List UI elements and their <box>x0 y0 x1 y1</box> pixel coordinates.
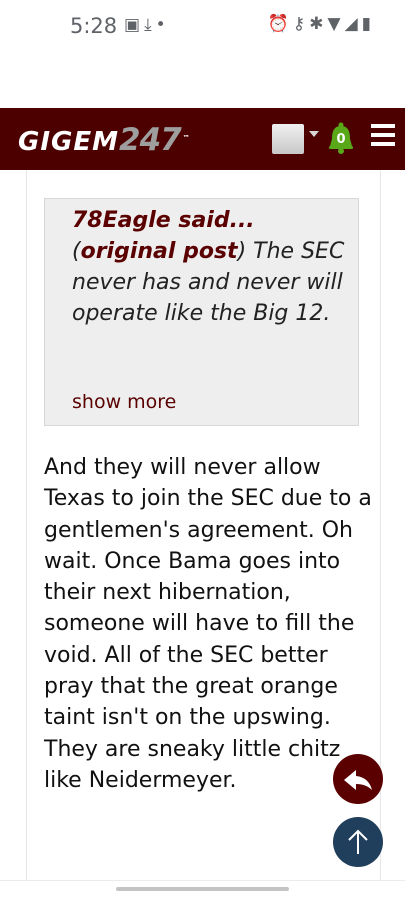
status-left-icons: ▣⤓• <box>124 15 170 35</box>
original-post-link[interactable]: original post <box>81 239 238 264</box>
status-time: 5:28 <box>70 14 118 38</box>
logo-word: GIGEM <box>18 127 119 157</box>
logo-trademark: ™ <box>182 134 191 143</box>
signal-icon: ◢ <box>344 14 362 34</box>
quote-close-paren: ) <box>237 239 247 264</box>
notification-count: 0 <box>336 132 346 147</box>
status-bar: 5:28 ▣⤓• ⏰⚷✱▼◢▮ <box>0 0 405 52</box>
download-icon: ⤓ <box>144 15 156 35</box>
alarm-icon: ⏰ <box>267 14 293 34</box>
chevron-down-icon[interactable] <box>309 131 319 137</box>
scroll-to-top-button[interactable] <box>333 817 383 867</box>
wifi-icon: ▼ <box>327 14 345 34</box>
site-logo[interactable]: GIGEM247 ™ <box>18 122 191 158</box>
dot-icon: • <box>155 15 170 35</box>
home-indicator[interactable] <box>116 887 289 891</box>
quote-block: 78Eagle said... (original post) The SEC … <box>44 198 359 426</box>
quote-author[interactable]: 78Eagle said... <box>72 208 255 233</box>
post-body: And they will never allow Texas to join … <box>44 455 372 793</box>
photo-icon: ▣ <box>124 15 145 35</box>
nav-divider <box>0 880 405 881</box>
arrow-up-icon <box>348 829 368 854</box>
hamburger-menu-icon[interactable] <box>371 124 397 150</box>
reply-button[interactable] <box>333 754 383 804</box>
key-icon: ⚷ <box>292 14 310 34</box>
reply-icon <box>344 770 372 790</box>
bluetooth-icon: ✱ <box>309 14 328 34</box>
quote-text: 78Eagle said... (original post) The SEC … <box>72 205 350 329</box>
battery-icon: ▮ <box>361 14 375 34</box>
logo-number: 247 <box>119 122 182 158</box>
status-right-icons: ⏰⚷✱▼◢▮ <box>268 14 375 34</box>
show-more-link[interactable]: show more <box>72 391 176 413</box>
quote-open-paren: ( <box>72 239 81 264</box>
avatar[interactable] <box>272 124 304 154</box>
